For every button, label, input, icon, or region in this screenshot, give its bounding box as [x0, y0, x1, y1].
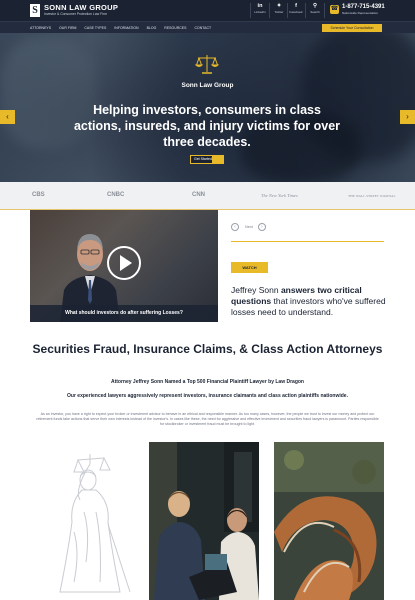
watch-button[interactable]: WATCH — [231, 262, 268, 273]
section-subtitle: Attorney Jeffrey Sonn Named a Top 500 Fi… — [110, 379, 304, 385]
top-header: S SONN LAW GROUP Investor & Consumer Pro… — [0, 0, 415, 21]
video-description: Jeffrey Sonn answers two critical questi… — [231, 285, 389, 318]
section-title: Securities Fraud, Insurance Claims, & Cl… — [32, 342, 383, 356]
twitter-icon: ✦ — [276, 3, 282, 9]
hero-headline: Helping investors, consumers in class ac… — [73, 103, 341, 149]
next-video-button[interactable]: › — [257, 223, 266, 231]
social-label: LinkedIn — [254, 10, 266, 14]
social-facebook[interactable]: f Facebook — [287, 2, 305, 14]
divider — [324, 3, 325, 18]
next-video-label[interactable]: Next — [245, 225, 253, 229]
facebook-icon: f — [295, 3, 297, 9]
social-linkedin[interactable]: in LinkedIn — [251, 2, 269, 14]
hero-firm-name: Sonn Law Group — [181, 82, 234, 89]
hero-slider: Sonn Law Group Helping investors, consum… — [0, 33, 415, 182]
phone-subtext: Nationwide Representation — [342, 11, 379, 15]
phone-icon: ☎ — [330, 5, 339, 14]
nav-item-our-firm[interactable]: OUR FIRM — [59, 25, 76, 31]
nyt-logo: The New York Times — [261, 193, 298, 198]
logo-text: SONN LAW GROUP Investor & Consumer Prote… — [44, 4, 118, 17]
nav-item-resources[interactable]: RESOURCES — [164, 25, 186, 31]
search-button[interactable]: ⚲ Search — [306, 2, 324, 14]
play-button[interactable] — [107, 246, 141, 280]
divider — [231, 241, 384, 242]
main-nav: ATTORNEYS OUR FIRM CASE TYPES INFORMATIO… — [0, 21, 415, 33]
spiral-staircase-photo — [274, 442, 384, 600]
phone-number[interactable]: 1-877-715-4391 — [342, 4, 385, 11]
prev-video-button[interactable]: ‹ — [231, 223, 239, 231]
scales-of-justice-icon — [195, 55, 219, 74]
section-subtitle: Our experienced lawyers aggressively rep… — [67, 393, 348, 399]
team-meeting-photo — [149, 442, 259, 600]
wsj-logo: THE WALL STREET JOURNAL — [348, 194, 396, 198]
get-started-button[interactable]: Get Started — [190, 155, 224, 164]
media-logos: CBS CNBC CNN The New York Times THE WALL… — [0, 182, 415, 210]
lady-justice-image — [59, 454, 131, 593]
logo[interactable]: S SONN LAW GROUP Investor & Consumer Pro… — [30, 4, 118, 17]
video-caption: What should investors do after suffering… — [30, 305, 218, 322]
social-twitter[interactable]: ✦ Twitter — [270, 2, 288, 14]
video-nav: ‹ Next › — [231, 223, 266, 231]
nav-item-case-types[interactable]: CASE TYPES — [84, 25, 106, 31]
get-started-label: Get Started — [194, 157, 212, 161]
social-label: Twitter — [274, 10, 284, 14]
cnn-logo: CNN — [192, 192, 205, 198]
nav-item-contact[interactable]: CONTACT — [194, 25, 211, 31]
logo-name: SONN LAW GROUP — [44, 3, 119, 12]
slider-prev-button[interactable]: ‹ — [0, 110, 15, 124]
social-label: Facebook — [289, 10, 303, 14]
cbs-logo: CBS — [32, 192, 45, 198]
logo-mark: S — [30, 4, 40, 17]
section-paragraph: As an investor, you have a right to expe… — [36, 412, 379, 426]
arrow-icon — [212, 156, 223, 163]
nav-item-attorneys[interactable]: ATTORNEYS — [30, 25, 51, 31]
social-label: Search — [310, 10, 320, 14]
video-text-start: Jeffrey Sonn — [231, 285, 281, 295]
nav-item-blog[interactable]: BLOG — [147, 25, 157, 31]
logo-tagline: Investor & Consumer Protection Law Firm — [44, 12, 107, 16]
nav-menu: ATTORNEYS OUR FIRM CASE TYPES INFORMATIO… — [30, 25, 219, 31]
cnbc-logo: CNBC — [107, 192, 125, 198]
slider-next-button[interactable]: › — [400, 110, 415, 124]
nav-item-information[interactable]: INFORMATION — [114, 25, 138, 31]
linkedin-icon: in — [257, 3, 263, 9]
consultation-button[interactable]: Schedule Your Consultation — [322, 24, 382, 32]
search-icon: ⚲ — [312, 3, 318, 9]
